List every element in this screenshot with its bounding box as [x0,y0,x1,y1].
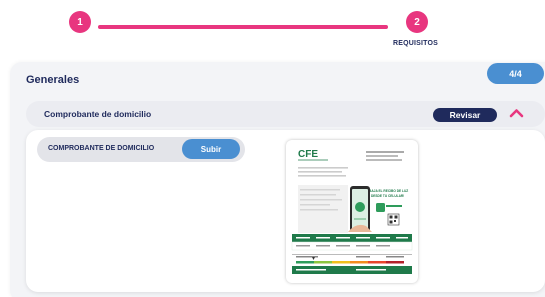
document-preview[interactable]: CFE ¡BAJA EL RECIBO DE LUZ DESDE TU CELU… [286,140,418,283]
svg-text:¡BAJA EL RECIBO DE LUZ: ¡BAJA EL RECIBO DE LUZ [368,189,408,193]
count-badge: 4/4 [487,63,544,84]
review-button[interactable]: Revisar [433,108,497,122]
step-1-number: 1 [77,16,83,28]
section-title: Generales [26,74,80,86]
step-2-label: REQUISITOS [393,40,439,47]
cfe-logo: CFE [298,149,318,160]
step-1-indicator[interactable]: 1 [69,11,91,33]
step-2-indicator[interactable]: 2 [406,11,428,33]
file-label: COMPROBANTE DE DOMICILIO [48,145,155,152]
document-group-title: Comprobante de domicilio [44,109,152,119]
upload-button[interactable]: Subir [182,139,240,159]
chevron-up-icon[interactable] [509,106,524,120]
svg-text:DESDE TU CELULAR!: DESDE TU CELULAR! [371,194,404,198]
progress-stepper: 1 2 REQUISITOS [0,0,545,58]
step-2-number: 2 [414,16,420,28]
step-progress-line [98,25,388,29]
